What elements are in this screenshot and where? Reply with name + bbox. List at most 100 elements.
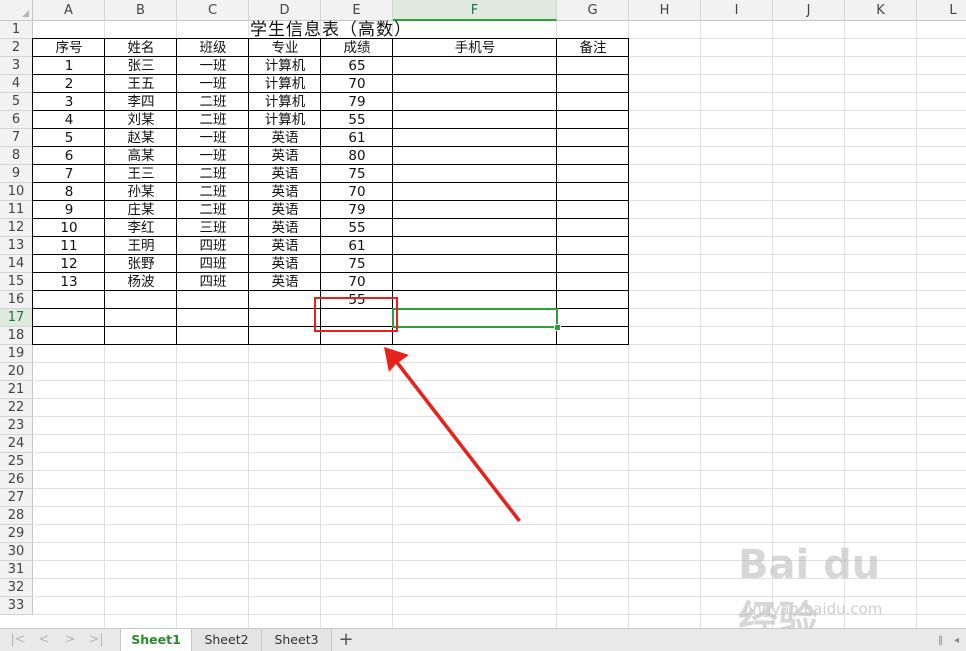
row-header-17[interactable]: 17: [0, 309, 33, 327]
row-header-7[interactable]: 7: [0, 129, 33, 147]
scroll-divider-icon[interactable]: ‖: [938, 635, 943, 646]
table-cell[interactable]: 计算机: [249, 111, 321, 129]
scroll-left-icon[interactable]: ◂: [954, 635, 959, 646]
table-cell[interactable]: 三班: [177, 219, 249, 237]
table-cell[interactable]: 65: [321, 57, 393, 75]
column-header-i[interactable]: I: [701, 0, 773, 21]
table-cell[interactable]: 80: [321, 147, 393, 165]
active-cell-selection[interactable]: [392, 308, 558, 328]
row-header-13[interactable]: 13: [0, 237, 33, 255]
column-header-l[interactable]: L: [917, 0, 966, 21]
sheet-tab-sheet2[interactable]: Sheet2: [192, 629, 262, 651]
table-header-cell[interactable]: 专业: [249, 39, 321, 57]
table-cell[interactable]: 75: [321, 255, 393, 273]
last-sheet-icon[interactable]: >|: [88, 632, 104, 648]
select-all-corner[interactable]: [0, 0, 33, 21]
column-header-f[interactable]: F: [393, 0, 557, 21]
table-cell[interactable]: 高某: [105, 147, 177, 165]
table-cell[interactable]: 四班: [177, 237, 249, 255]
table-cell[interactable]: 张三: [105, 57, 177, 75]
row-header-3[interactable]: 3: [0, 57, 33, 75]
table-cell[interactable]: 二班: [177, 165, 249, 183]
row-header-18[interactable]: 18: [0, 327, 33, 345]
table-cell[interactable]: 55: [321, 111, 393, 129]
table-cell[interactable]: 70: [321, 183, 393, 201]
row-header-28[interactable]: 28: [0, 507, 33, 525]
first-sheet-icon[interactable]: |<: [10, 632, 26, 648]
row-header-26[interactable]: 26: [0, 471, 33, 489]
table-header-cell[interactable]: 姓名: [105, 39, 177, 57]
column-header-g[interactable]: G: [557, 0, 629, 21]
table-cell[interactable]: 11: [33, 237, 105, 255]
sheet-title-cell[interactable]: 学生信息表（高数）: [33, 21, 629, 39]
table-cell[interactable]: 李红: [105, 219, 177, 237]
table-cell[interactable]: 庄某: [105, 201, 177, 219]
add-sheet-button[interactable]: +: [334, 629, 358, 651]
table-cell[interactable]: 6: [33, 147, 105, 165]
row-header-9[interactable]: 9: [0, 165, 33, 183]
row-header-33[interactable]: 33: [0, 597, 33, 615]
row-header-8[interactable]: 8: [0, 147, 33, 165]
table-cell[interactable]: 9: [33, 201, 105, 219]
table-cell[interactable]: 英语: [249, 237, 321, 255]
row-header-12[interactable]: 12: [0, 219, 33, 237]
table-cell[interactable]: 计算机: [249, 57, 321, 75]
row-header-14[interactable]: 14: [0, 255, 33, 273]
table-cell[interactable]: 英语: [249, 255, 321, 273]
table-cell[interactable]: 计算机: [249, 75, 321, 93]
row-header-11[interactable]: 11: [0, 201, 33, 219]
table-cell[interactable]: 四班: [177, 273, 249, 291]
column-header-j[interactable]: J: [773, 0, 845, 21]
table-cell[interactable]: 70: [321, 273, 393, 291]
table-cell[interactable]: 3: [33, 93, 105, 111]
table-cell[interactable]: 王五: [105, 75, 177, 93]
table-cell[interactable]: 一班: [177, 75, 249, 93]
row-header-27[interactable]: 27: [0, 489, 33, 507]
table-cell[interactable]: 8: [33, 183, 105, 201]
table-cell[interactable]: 英语: [249, 129, 321, 147]
table-cell[interactable]: 二班: [177, 183, 249, 201]
table-cell[interactable]: 英语: [249, 273, 321, 291]
table-cell[interactable]: 5: [33, 129, 105, 147]
table-cell[interactable]: 4: [33, 111, 105, 129]
table-cell[interactable]: 刘某: [105, 111, 177, 129]
table-cell[interactable]: 61: [321, 129, 393, 147]
table-cell[interactable]: 王明: [105, 237, 177, 255]
table-cell[interactable]: 一班: [177, 129, 249, 147]
table-cell[interactable]: 70: [321, 75, 393, 93]
table-header-cell[interactable]: 序号: [33, 39, 105, 57]
column-header-c[interactable]: C: [177, 0, 249, 21]
table-cell[interactable]: 杨波: [105, 273, 177, 291]
row-header-5[interactable]: 5: [0, 93, 33, 111]
table-cell[interactable]: 计算机: [249, 93, 321, 111]
row-header-23[interactable]: 23: [0, 417, 33, 435]
row-header-30[interactable]: 30: [0, 543, 33, 561]
sheet-tab-sheet1[interactable]: Sheet1: [120, 629, 192, 651]
column-header-e[interactable]: E: [321, 0, 393, 21]
table-cell[interactable]: 75: [321, 165, 393, 183]
next-sheet-icon[interactable]: >: [62, 632, 78, 648]
table-cell[interactable]: 12: [33, 255, 105, 273]
row-header-31[interactable]: 31: [0, 561, 33, 579]
table-cell[interactable]: 英语: [249, 201, 321, 219]
table-cell[interactable]: 二班: [177, 111, 249, 129]
table-cell[interactable]: 1: [33, 57, 105, 75]
row-header-6[interactable]: 6: [0, 111, 33, 129]
table-cell[interactable]: 四班: [177, 255, 249, 273]
table-cell[interactable]: 李四: [105, 93, 177, 111]
table-cell[interactable]: 赵某: [105, 129, 177, 147]
column-header-a[interactable]: A: [33, 0, 105, 21]
table-header-cell[interactable]: 班级: [177, 39, 249, 57]
table-cell[interactable]: 2: [33, 75, 105, 93]
row-header-19[interactable]: 19: [0, 345, 33, 363]
table-cell[interactable]: 一班: [177, 147, 249, 165]
table-cell[interactable]: 61: [321, 237, 393, 255]
table-header-cell[interactable]: 备注: [557, 39, 629, 57]
table-cell[interactable]: 79: [321, 201, 393, 219]
row-header-1[interactable]: 1: [0, 21, 33, 39]
table-cell[interactable]: 10: [33, 219, 105, 237]
table-cell[interactable]: 英语: [249, 183, 321, 201]
table-cell[interactable]: 55: [321, 219, 393, 237]
row-header-25[interactable]: 25: [0, 453, 33, 471]
fill-handle[interactable]: [554, 324, 561, 331]
